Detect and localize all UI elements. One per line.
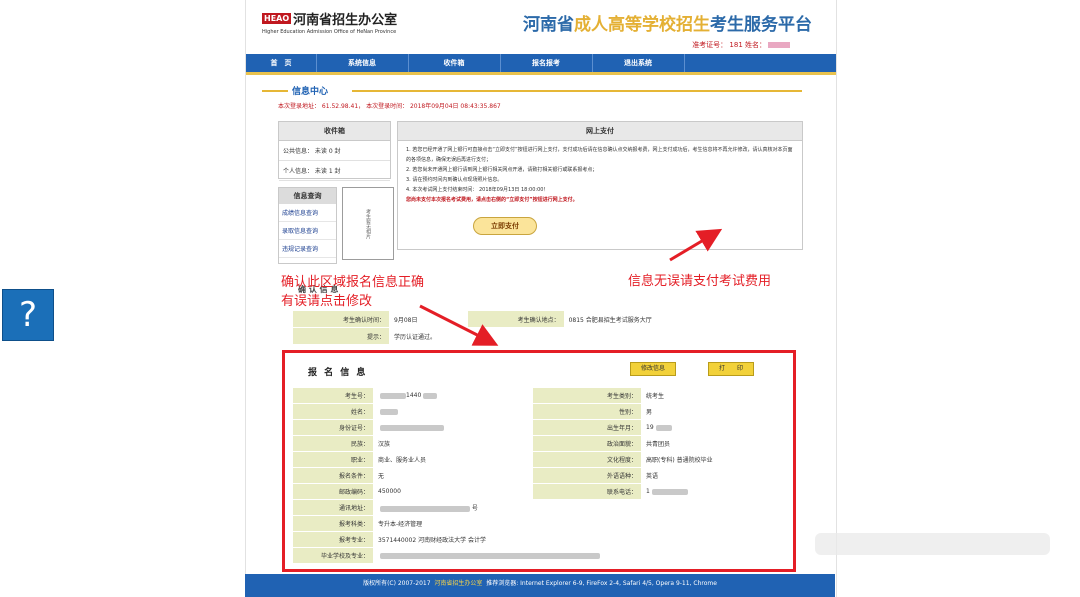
blurred-watermark <box>815 533 1050 555</box>
arrow-to-registration <box>419 304 499 346</box>
annotation-arrows <box>419 228 723 346</box>
arrow-to-pay-button <box>669 228 723 262</box>
